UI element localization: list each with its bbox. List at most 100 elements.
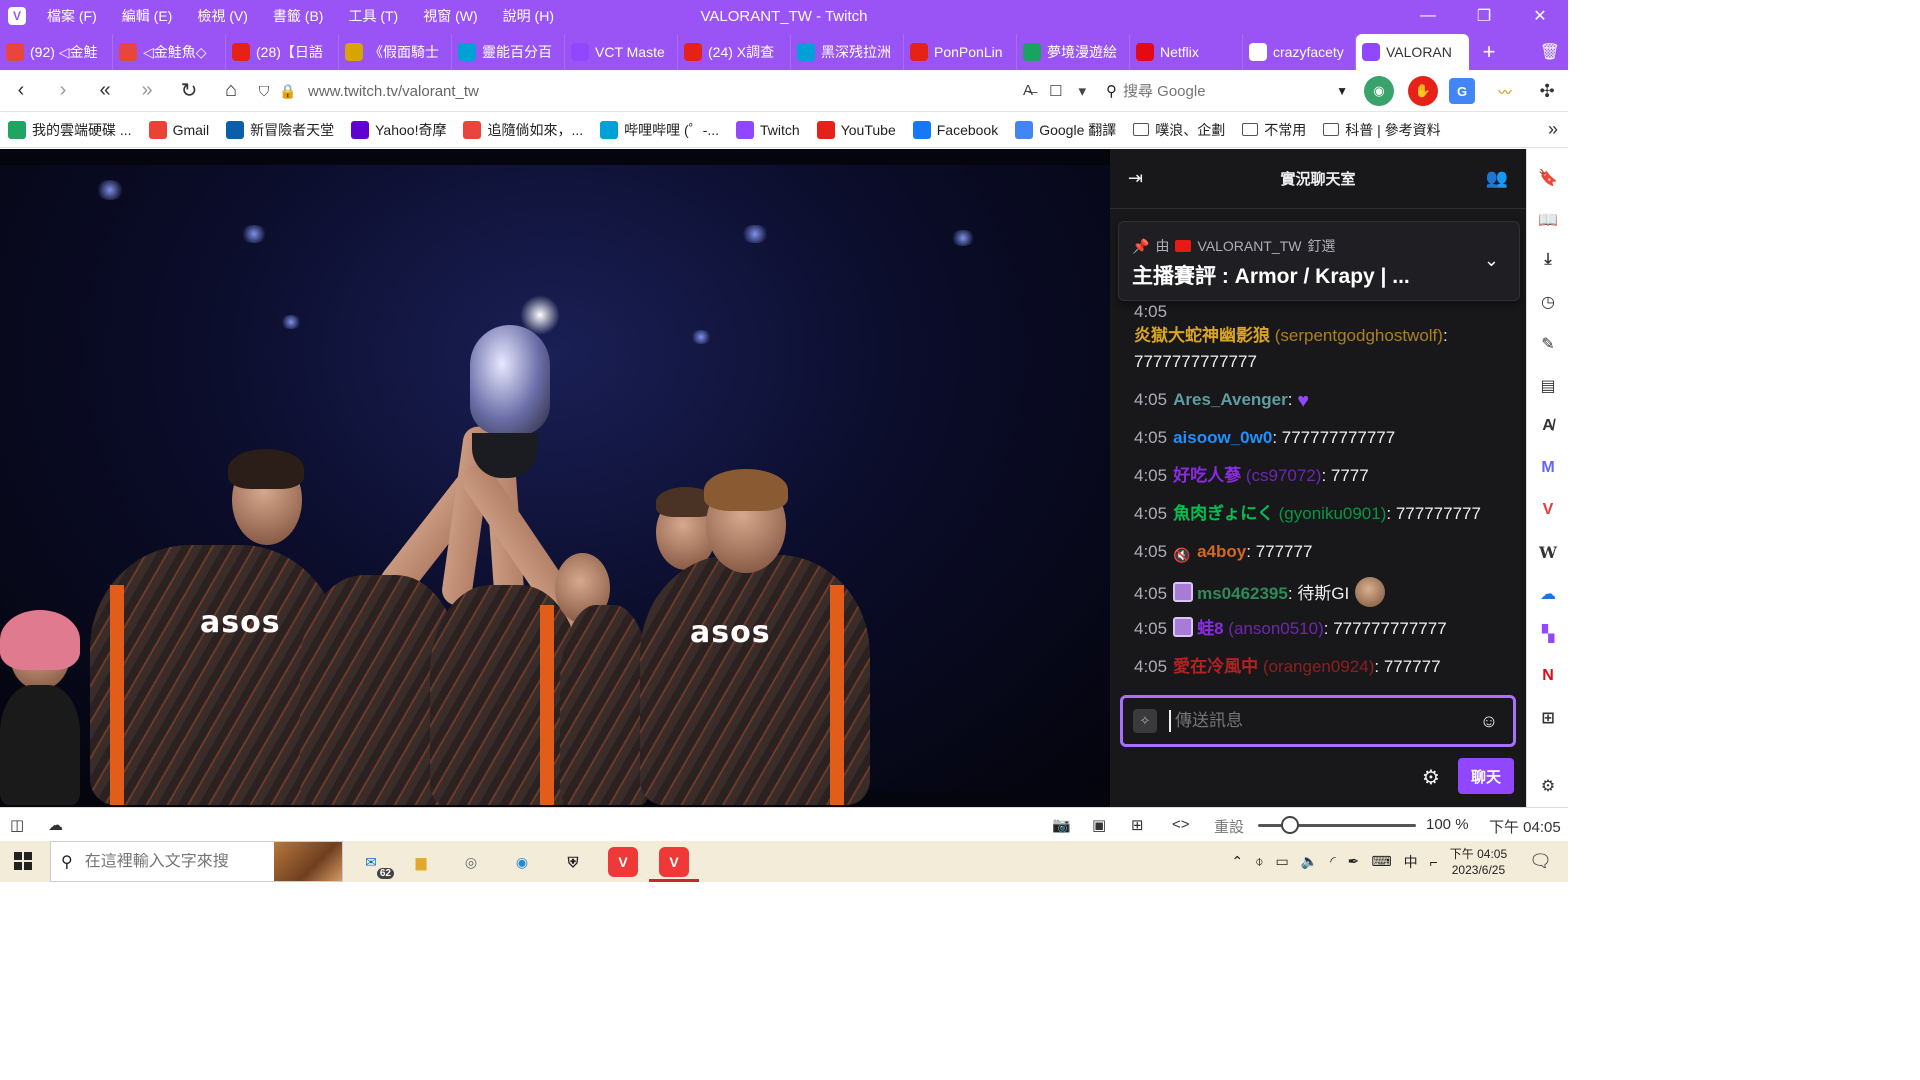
browser-tab[interactable]: VALORAN [1356, 34, 1469, 70]
lock-icon[interactable]: 🔒 [276, 83, 300, 100]
search-engine-dropdown-icon[interactable]: ▼ [1336, 84, 1348, 98]
search-input[interactable] [1123, 82, 1313, 100]
dropdown-icon[interactable]: ▾ [1078, 82, 1086, 100]
downloads-icon[interactable]: ⤓ [1535, 247, 1561, 273]
battery-icon[interactable]: ▭ [1276, 853, 1289, 870]
search-highlight-image[interactable] [274, 842, 342, 881]
bookmark-folder[interactable]: 不常用 [1242, 120, 1306, 140]
tray-overflow-icon[interactable]: ⌃ [1231, 853, 1243, 870]
history-icon[interactable]: ◷ [1535, 289, 1561, 315]
ime-indicator[interactable]: 中 [1404, 852, 1418, 872]
subscriber-badge-icon[interactable] [1173, 582, 1194, 602]
security-app-icon[interactable]: ⛨ [558, 847, 588, 877]
edge-icon[interactable]: ◉ [507, 847, 537, 877]
shield-icon[interactable]: ⛉ [252, 83, 276, 100]
bookmark-item[interactable]: YouTube [816, 120, 896, 139]
netflix-panel-icon[interactable]: N [1535, 663, 1561, 689]
tray-app-icon[interactable]: ⌽ [1255, 853, 1263, 870]
bookmark-item[interactable]: Yahoo!奇摩 [351, 120, 446, 140]
twitch-panel-icon[interactable]: ▚ [1535, 621, 1561, 647]
chat-username[interactable]: 炎獄大蛇神幽影狼 [1134, 326, 1270, 345]
collapse-chat-icon[interactable]: ⇥ [1128, 168, 1143, 189]
chrome-like-app-icon[interactable]: ◎ [456, 847, 486, 877]
bookmarks-more-icon[interactable]: » [1548, 119, 1558, 140]
extensions-puzzle-icon[interactable]: ✣ [1532, 76, 1562, 106]
vivaldi-logo-icon[interactable]: V [8, 7, 26, 25]
taskbar-clock[interactable]: 下午 04:05 2023/6/25 [1450, 846, 1507, 878]
pinned-message[interactable]: 📌 由 VALORANT_TW 釘選 主播賽評 : Armor / Krapy … [1118, 221, 1520, 301]
taskbar-search[interactable]: ⚲ [50, 841, 343, 882]
mail-app-icon[interactable]: ✉ 62 [356, 847, 394, 879]
add-panel-icon[interactable]: ⊞ [1535, 705, 1561, 731]
chat-login-name[interactable]: (gyoniku0901) [1279, 504, 1387, 523]
notes-icon[interactable]: ✎ [1535, 331, 1561, 357]
browser-tab[interactable]: PonPonLin [904, 34, 1017, 70]
extension-avatar-icon[interactable]: ◉ [1364, 76, 1394, 106]
bookmark-item[interactable]: 我的雲端硬碟 ... [8, 120, 132, 140]
panel-toggle-icon[interactable]: ◫ [10, 816, 24, 834]
sparkle-icon[interactable]: ✧ [1133, 709, 1157, 733]
bookmark-item[interactable]: Gmail [148, 120, 209, 139]
browser-tab[interactable]: 黑深残拉洲 [791, 34, 904, 70]
ime-mode-icon[interactable]: ⌐ [1430, 854, 1438, 870]
zoom-slider-handle[interactable] [1280, 816, 1299, 834]
volume-icon[interactable]: 🔈 [1301, 853, 1318, 870]
keyboard-icon[interactable]: ⌨ [1371, 853, 1391, 870]
chat-login-name[interactable]: (serpentgodghostwolf) [1275, 326, 1443, 345]
menu-item[interactable]: 說明 (H) [503, 6, 554, 26]
window-panel-icon[interactable]: ▤ [1535, 373, 1561, 399]
video-player[interactable]: asos asos [0, 149, 1110, 807]
bookmark-icon[interactable]: ☐ [1049, 82, 1062, 100]
close-icon[interactable]: ✕ [1512, 0, 1568, 32]
sync-cloud-icon[interactable]: ☁ [48, 816, 63, 834]
reload-icon[interactable]: ↻ [168, 70, 210, 112]
minimize-icon[interactable]: — [1400, 0, 1456, 32]
capture-icon[interactable]: 📷 [1052, 816, 1071, 834]
rewind-icon[interactable]: « [84, 70, 126, 112]
chat-username[interactable]: 魚肉ぎょにく [1173, 504, 1274, 523]
page-actions-icon[interactable]: <> [1172, 816, 1190, 833]
fast-forward-icon[interactable]: » [126, 70, 168, 112]
chat-username[interactable]: 好吃人蔘 [1173, 466, 1241, 485]
expand-pin-icon[interactable]: ⌄ [1484, 250, 1499, 271]
wikipedia-icon[interactable]: W [1535, 539, 1561, 565]
bookmark-item[interactable]: Google 翻譯 [1015, 120, 1116, 140]
purple-heart-emote-icon[interactable]: ♥ [1297, 388, 1319, 412]
trash-icon[interactable]: 🗑 [1540, 42, 1560, 62]
taskbar-search-input[interactable] [84, 852, 285, 871]
home-icon[interactable]: ⌂ [210, 70, 252, 112]
bookmark-item[interactable]: 哔哩哔哩 (゜-... [600, 120, 719, 140]
bookmark-item[interactable]: Twitch [736, 120, 800, 139]
pen-icon[interactable]: ✒ [1348, 853, 1360, 870]
notification-icon[interactable]: 🗨 [1529, 851, 1552, 872]
browser-tab[interactable]: (28)【日語 [226, 34, 339, 70]
url-text[interactable]: www.twitch.tv/valorant_tw [308, 83, 479, 100]
chat-login-name[interactable]: (orangen0924) [1263, 657, 1375, 676]
chat-username[interactable]: Ares_Avenger [1173, 390, 1288, 409]
bookmarks-panel-icon[interactable]: 🔖 [1535, 165, 1561, 191]
wifi-icon[interactable]: ◜ [1330, 853, 1335, 870]
community-icon[interactable]: 👥 [1486, 168, 1508, 189]
image-toggle-icon[interactable]: ▣ [1092, 816, 1106, 834]
weather-icon[interactable]: ☁ [1535, 581, 1561, 607]
browser-tab[interactable]: Netflix [1130, 34, 1243, 70]
back-icon[interactable]: ‹ [0, 70, 42, 112]
browser-tab[interactable]: crazyfacety [1243, 34, 1356, 70]
chat-username[interactable]: ms0462395 [1197, 584, 1288, 603]
browser-tab[interactable]: 《假面騎士 [339, 34, 452, 70]
browser-tab[interactable]: (92) ◁金鮭 [0, 34, 113, 70]
extension-noodle-icon[interactable]: 〰 [1490, 76, 1520, 106]
menu-item[interactable]: 檢視 (V) [197, 6, 248, 26]
extension-stop-icon[interactable]: ✋ [1408, 76, 1438, 106]
mastodon-icon[interactable]: M [1535, 455, 1561, 481]
browser-tab[interactable]: VCT Maste [565, 34, 678, 70]
browser-tab[interactable]: ◁金鮭魚◇ [113, 34, 226, 70]
chat-send-button[interactable]: 聊天 [1458, 758, 1514, 794]
face-emote-icon[interactable] [1355, 577, 1386, 607]
restore-icon[interactable]: ❐ [1456, 0, 1512, 32]
chat-input-box[interactable]: ✧ ☺ [1120, 695, 1516, 747]
bookmark-item[interactable]: 新冒險者天堂 [226, 120, 334, 140]
extension-translate-icon[interactable]: G [1449, 78, 1475, 104]
vivaldi-icon[interactable]: V [1535, 497, 1561, 523]
menu-item[interactable]: 視窗 (W) [423, 6, 477, 26]
